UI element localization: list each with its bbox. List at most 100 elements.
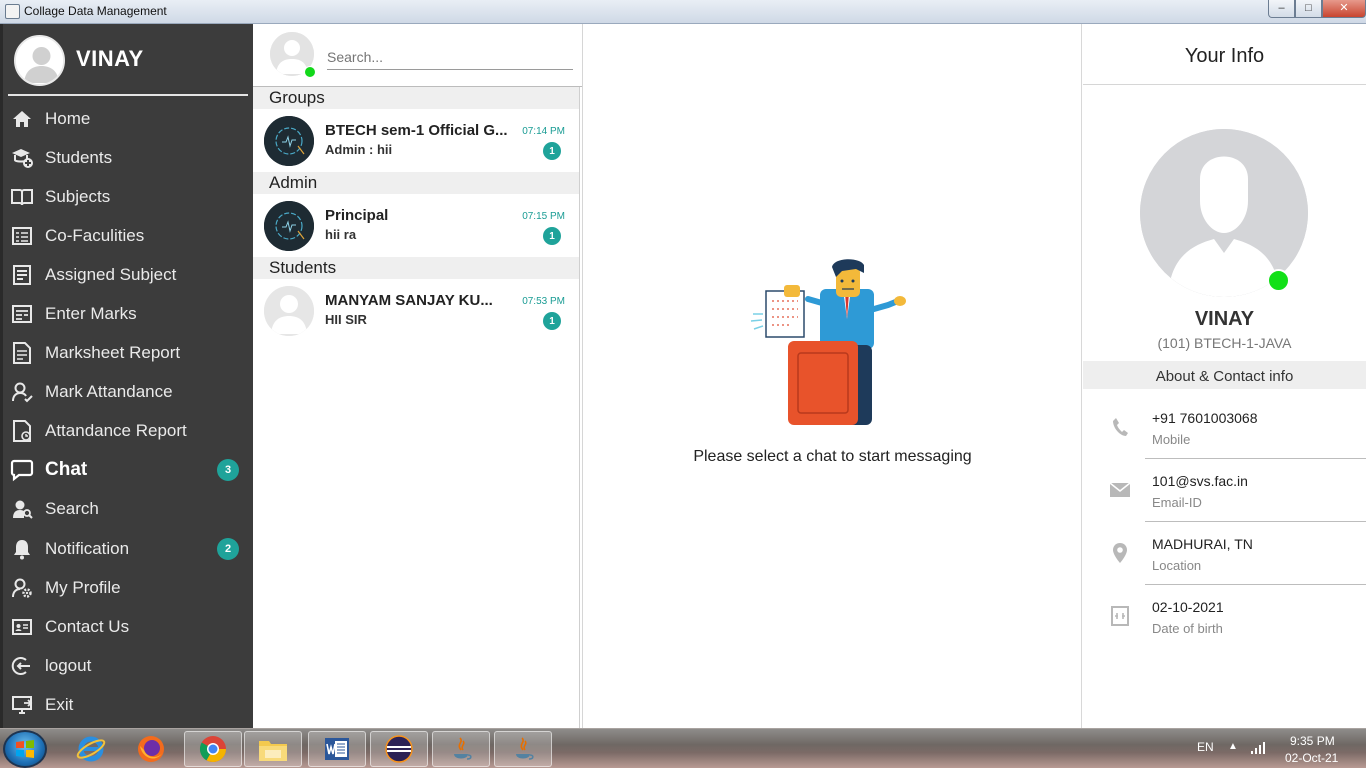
sidebar-item-contact-us[interactable]: Contact Us [3, 607, 253, 646]
sidebar-item-co-faculities[interactable]: Co-Faculities [3, 216, 253, 255]
clock-time[interactable]: 9:35 PM [1290, 734, 1335, 748]
sidebar-item-marksheet-report[interactable]: Marksheet Report [3, 334, 253, 373]
chat-unread-badge: 1 [543, 142, 561, 160]
sidebar-item-label: Subjects [45, 186, 111, 206]
app-icon [5, 4, 20, 19]
chat-last-message: HII SIR [325, 312, 367, 327]
sidebar-item-assigned-subject[interactable]: Assigned Subject [3, 255, 253, 294]
sidebar-item-chat[interactable]: Chat 3 [3, 451, 253, 490]
sidebar-item-label: Search [45, 499, 99, 519]
chat-item-principal[interactable]: Principal hii ra 07:15 PM 1 [253, 194, 575, 257]
java-icon[interactable] [432, 731, 490, 767]
section-header-groups: Groups [253, 87, 579, 109]
contact-value: 02-10-2021 [1152, 599, 1224, 615]
contact-row-dob: 02-10-2021 Date of birth [1083, 585, 1366, 648]
sidebar-item-label: Co-Faculities [45, 225, 145, 245]
sidebar-item-exit[interactable]: Exit [3, 685, 253, 724]
mail-icon [1109, 479, 1131, 501]
profile-name: VINAY [76, 46, 144, 71]
info-subtitle: (101) BTECH-1-JAVA [1157, 335, 1292, 351]
empty-chat-message: Please select a chat to start messaging [693, 448, 972, 465]
search-input[interactable] [327, 44, 573, 70]
chat-list-header [253, 24, 582, 87]
contact-row-location: MADHURAI, TN Location [1083, 522, 1366, 585]
assign-icon [10, 263, 34, 287]
chat-unread-badge: 3 [217, 459, 239, 482]
sidebar-item-label: Contact Us [45, 616, 130, 636]
chat-list: Groups BTECH sem-1 Official G... Admin :… [253, 87, 580, 728]
chat-unread-badge: 1 [543, 227, 561, 245]
contact-row-email: 101@svs.fac.in Email-ID [1083, 459, 1366, 522]
sidebar-item-subjects[interactable]: Subjects [3, 177, 253, 216]
sidebar-item-label: My Profile [45, 577, 121, 597]
chat-name: Principal [325, 207, 389, 224]
sidebar-item-label: Enter Marks [45, 304, 137, 324]
window-titlebar: Collage Data Management – □ ✕ [0, 0, 1366, 24]
sidebar-item-label: Assigned Subject [45, 264, 177, 284]
maximize-button[interactable]: □ [1295, 0, 1322, 18]
chat-item-student[interactable]: MANYAM SANJAY KU... HII SIR 07:53 PM 1 [253, 279, 575, 342]
word-icon[interactable] [308, 731, 366, 767]
sidebar-item-home[interactable]: Home [3, 99, 253, 138]
group-logo-avatar [264, 116, 314, 166]
online-status-dot [1267, 269, 1290, 292]
logout-icon [10, 654, 34, 678]
info-title: Your Info [1083, 24, 1366, 85]
person-avatar [264, 286, 314, 336]
contact-value: +91 7601003068 [1152, 410, 1258, 426]
location-icon [1109, 542, 1131, 564]
firefox-icon[interactable] [122, 731, 180, 767]
java-icon[interactable] [494, 731, 552, 767]
contact-card-icon [10, 615, 34, 639]
clock-date[interactable]: 02-Oct-21 [1285, 751, 1338, 765]
sidebar: VINAY Home Students Subjects Co-Faculiti… [0, 24, 253, 728]
sidebar-item-enter-marks[interactable]: Enter Marks [3, 294, 253, 333]
chat-item-group[interactable]: BTECH sem-1 Official G... Admin : hii 07… [253, 109, 575, 172]
marks-icon [10, 302, 34, 326]
chat-list-panel: Groups BTECH sem-1 Official G... Admin :… [253, 24, 583, 728]
contact-row-mobile: +91 7601003068 Mobile [1083, 396, 1366, 459]
info-name: VINAY [1194, 308, 1255, 330]
exit-icon [10, 693, 34, 717]
language-indicator[interactable]: EN [1197, 740, 1214, 754]
bell-icon [10, 537, 34, 561]
sidebar-item-search[interactable]: Search [3, 490, 253, 529]
sidebar-item-label: Notification [45, 538, 130, 558]
sidebar-item-my-profile[interactable]: My Profile [3, 568, 253, 607]
show-hidden-icons-icon[interactable]: ▲ [1228, 741, 1238, 752]
online-status-dot [304, 66, 316, 78]
search-user-icon [10, 497, 34, 521]
speaker-illustration [748, 259, 913, 429]
minimize-button[interactable]: – [1268, 0, 1295, 18]
user-avatar[interactable] [14, 35, 65, 86]
internet-explorer-icon[interactable] [62, 731, 120, 767]
sidebar-item-notification[interactable]: Notification 2 [3, 529, 253, 568]
sidebar-item-label: Mark Attandance [45, 382, 173, 402]
contact-label: Location [1152, 558, 1202, 573]
sidebar-menu: Home Students Subjects Co-Faculities Ass… [3, 99, 253, 725]
chat-last-message: hii ra [325, 227, 357, 242]
group-logo-avatar [264, 201, 314, 251]
chat-name: MANYAM SANJAY KU... [325, 292, 493, 309]
sidebar-item-students[interactable]: Students [3, 138, 253, 177]
chat-name: BTECH sem-1 Official G... [325, 122, 508, 139]
section-header-admin: Admin [253, 172, 579, 194]
eclipse-icon[interactable] [370, 731, 428, 767]
home-icon [10, 107, 34, 131]
contact-value: MADHURAI, TN [1152, 536, 1253, 552]
close-button[interactable]: ✕ [1322, 0, 1366, 18]
sidebar-item-attandance-report[interactable]: Attandance Report [3, 412, 253, 451]
network-signal-icon[interactable] [1250, 741, 1266, 755]
sidebar-item-logout[interactable]: logout [3, 646, 253, 685]
start-button[interactable] [3, 730, 47, 768]
file-explorer-icon[interactable] [244, 731, 302, 767]
chat-time: 07:15 PM [522, 211, 565, 222]
student-icon [10, 146, 34, 170]
about-contact-header: About & Contact info [1083, 361, 1366, 389]
calendar-icon [1109, 605, 1131, 627]
chrome-icon[interactable] [184, 731, 242, 767]
profile-gear-icon [10, 576, 34, 600]
report-icon [10, 341, 34, 365]
sidebar-item-mark-attandance[interactable]: Mark Attandance [3, 373, 253, 412]
attendance-user-icon [10, 380, 34, 404]
